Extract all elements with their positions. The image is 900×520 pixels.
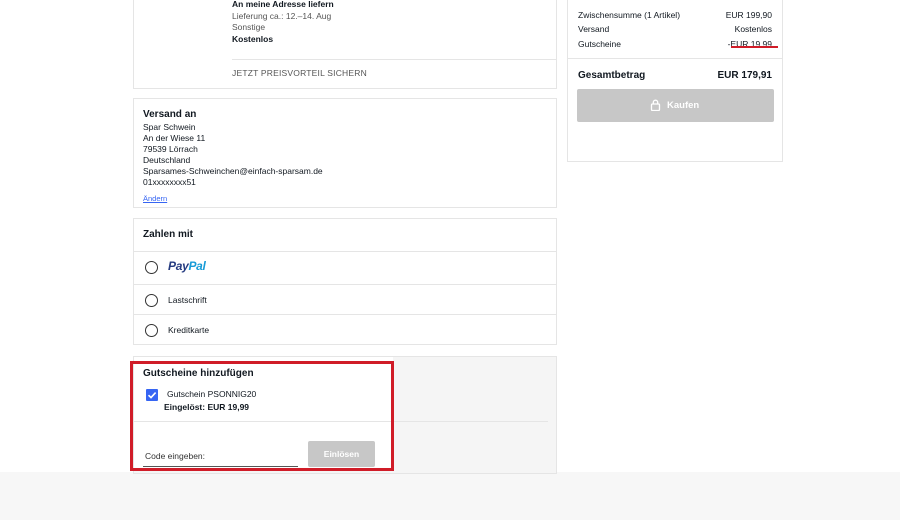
payment-option-kreditkarte[interactable]: Kreditkarte [134, 314, 556, 345]
shipping-carrier: Sonstige [232, 22, 266, 32]
shipping-option-title: An meine Adresse liefern [232, 0, 334, 9]
shipping-label: Versand [578, 24, 610, 34]
kreditkarte-label: Kreditkarte [168, 325, 210, 335]
lastschrift-label: Lastschrift [168, 295, 207, 305]
delivery-estimate: Lieferung ca.: 12.–14. Aug [232, 11, 332, 21]
subtotal-value: EUR 199,90 [725, 10, 772, 20]
paypal-logo-part1: Pay [168, 259, 189, 273]
highlight-annotation [130, 361, 394, 471]
buy-label: Kaufen [667, 100, 700, 111]
payment-option-lastschrift[interactable]: Lastschrift [134, 284, 556, 315]
total-label: Gesamtbetrag [578, 70, 646, 81]
payment-title: Zahlen mit [143, 229, 194, 240]
shipping-option-card: An meine Adresse liefern Lieferung ca.: … [133, 0, 557, 89]
page-footer-background [0, 472, 900, 520]
order-summary: Zwischensumme (1 Artikel) EUR 199,90 Ver… [567, 0, 783, 162]
address-phone: 01xxxxxxxx51 [143, 177, 196, 187]
promo-link[interactable]: JETZT PREISVORTEIL SICHERN [232, 68, 367, 78]
paypal-logo-part2: Pal [188, 259, 206, 273]
change-address-link[interactable]: Ändern [143, 194, 167, 203]
address-country: Deutschland [143, 155, 191, 165]
paypal-radio[interactable] [145, 261, 158, 274]
lastschrift-radio[interactable] [145, 294, 158, 307]
payment-card: Zahlen mit PayPal Lastschrift Kreditkart… [133, 218, 557, 345]
kreditkarte-radio[interactable] [145, 324, 158, 337]
divider [568, 58, 782, 59]
shipping-cost: Kostenlos [232, 34, 274, 44]
coupon-label: Gutscheine [578, 39, 621, 49]
address-title: Versand an [143, 109, 197, 120]
buy-button[interactable]: Kaufen [577, 89, 774, 122]
shipping-value: Kostenlos [734, 24, 772, 34]
divider [232, 59, 556, 60]
subtotal-label: Zwischensumme (1 Artikel) [578, 10, 681, 20]
address-city: 79539 Lörrach [143, 144, 198, 154]
payment-option-paypal[interactable]: PayPal [134, 251, 556, 282]
shipping-address-card: Versand an Spar Schwein An der Wiese 11 … [133, 98, 557, 208]
paypal-logo: PayPal [168, 259, 206, 273]
address-email: Sparsames-Schweinchen@einfach-sparsam.de [143, 166, 323, 176]
total-value: EUR 179,91 [717, 70, 772, 81]
address-street: An der Wiese 11 [143, 133, 206, 143]
lock-icon [650, 99, 661, 111]
coupon-highlight-underline [731, 46, 778, 48]
address-name: Spar Schwein [143, 122, 196, 132]
